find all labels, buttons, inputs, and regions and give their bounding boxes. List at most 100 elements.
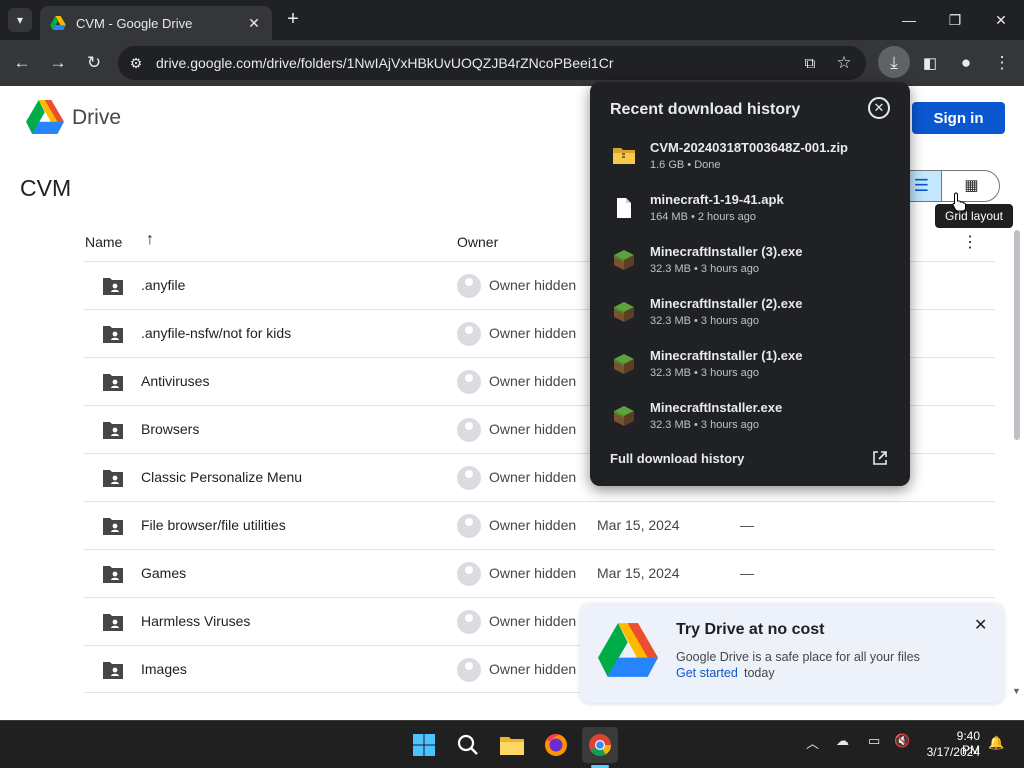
google-drive-promo-logo-icon [598, 623, 658, 677]
google-drive-logo-icon[interactable] [26, 100, 64, 134]
folder-title: CVM [20, 175, 72, 201]
install-app-icon[interactable]: ⧉ [798, 51, 822, 75]
hand-cursor-icon [952, 192, 966, 212]
file-name[interactable]: Classic Personalize Menu [141, 469, 302, 485]
shared-folder-icon [103, 326, 123, 343]
scroll-down-arrow-icon[interactable]: ▼ [1012, 686, 1021, 696]
tab-close-icon[interactable]: ✕ [246, 15, 262, 32]
owner-avatar [457, 322, 481, 346]
file-name[interactable]: Harmless Viruses [141, 613, 250, 629]
profile-icon[interactable]: ● [954, 51, 978, 75]
open-external-icon[interactable] [872, 450, 888, 466]
download-file-name[interactable]: minecraft-1-19-41.apk [650, 192, 784, 207]
grid-layout-tooltip: Grid layout [935, 204, 1013, 228]
taskbar-clock-date[interactable]: 3/17/2024 [924, 745, 980, 759]
shared-folder-icon [103, 614, 123, 631]
browser-tab-active[interactable]: CVM - Google Drive ✕ [40, 6, 272, 40]
download-file-meta: 32.3 MB • 3 hours ago [650, 315, 760, 327]
shared-folder-icon [103, 518, 123, 535]
file-name[interactable]: Browsers [141, 421, 199, 437]
sort-ascending-arrow-icon[interactable]: ↑ [146, 231, 154, 249]
scrollbar-thumb[interactable] [1014, 230, 1020, 440]
notifications-bell-icon[interactable]: 🔔 [988, 735, 1004, 751]
download-file-name[interactable]: MinecraftInstaller (1).exe [650, 348, 802, 363]
address-bar[interactable]: ⚙ drive.google.com/drive/folders/1NwIAjV… [118, 46, 866, 80]
download-icon[interactable]: ⤓ [882, 51, 906, 75]
grid-layout-icon: ▦ [964, 177, 979, 194]
scrollbar[interactable]: ▼ [1010, 230, 1024, 720]
taskbar-search-icon[interactable] [450, 727, 486, 763]
windows-start-icon[interactable] [406, 727, 442, 763]
download-item[interactable]: MinecraftInstaller (3).exe 32.3 MB • 3 ho… [610, 242, 890, 282]
more-columns-icon[interactable]: ⋮ [962, 232, 978, 252]
column-header-owner[interactable]: Owner [457, 234, 498, 250]
forward-arrow-icon[interactable]: → [46, 51, 70, 75]
file-name[interactable]: Games [141, 565, 186, 581]
download-file-name[interactable]: MinecraftInstaller.exe [650, 400, 782, 415]
minecraft-icon [614, 302, 634, 322]
grid-layout-button[interactable]: ▦ [941, 171, 999, 201]
chrome-menu-icon[interactable]: ⋮ [990, 51, 1014, 75]
download-item[interactable]: MinecraftInstaller.exe 32.3 MB • 3 hours … [610, 398, 890, 438]
onedrive-cloud-icon[interactable]: ☁ [836, 733, 849, 749]
close-window-icon[interactable]: ✕ [986, 6, 1016, 34]
list-layout-icon: ☰ [913, 176, 929, 195]
sign-in-button[interactable]: Sign in [912, 102, 1005, 134]
owner-name: Owner hidden [489, 661, 577, 677]
bookmark-star-icon[interactable]: ☆ [832, 51, 856, 75]
download-panel-title: Recent download history [610, 101, 801, 118]
side-panel-icon[interactable]: ◧ [918, 51, 942, 75]
download-item[interactable]: minecraft-1-19-41.apk 164 MB • 2 hours ag… [610, 190, 890, 230]
owner-name: Owner hidden [489, 277, 577, 293]
try-drive-promo-card: Try Drive at no cost Google Drive is a s… [580, 603, 1004, 703]
reload-icon[interactable]: ↻ [82, 51, 106, 75]
promo-body-tail: today [744, 666, 775, 680]
zip-folder-icon [613, 148, 635, 164]
site-settings-icon[interactable]: ⚙ [124, 51, 148, 75]
shared-folder-icon [103, 566, 123, 583]
download-item[interactable]: MinecraftInstaller (1).exe 32.3 MB • 3 ho… [610, 346, 890, 386]
download-item[interactable]: CVM-20240318T003648Z-001.zip 1.6 GB • Don… [610, 138, 890, 178]
back-arrow-icon[interactable]: ← [10, 51, 34, 75]
owner-name: Owner hidden [489, 613, 577, 629]
shared-folder-icon [103, 662, 123, 679]
file-name[interactable]: File browser/file utilities [141, 517, 286, 533]
download-file-meta: 164 MB • 2 hours ago [650, 211, 756, 223]
table-row[interactable]: Games Owner hidden Mar 15, 2024 — [84, 549, 995, 597]
url-text[interactable]: drive.google.com/drive/folders/1NwIAjVxH… [156, 55, 613, 71]
restore-window-icon[interactable]: ❐ [940, 6, 970, 34]
shared-folder-icon [103, 470, 123, 487]
download-file-name[interactable]: MinecraftInstaller (3).exe [650, 244, 802, 259]
download-file-meta: 1.6 GB • Done [650, 159, 721, 171]
new-tab-icon[interactable]: + [282, 8, 304, 30]
owner-avatar [457, 514, 481, 538]
minimize-window-icon[interactable]: — [894, 6, 924, 34]
download-file-name[interactable]: CVM-20240318T003648Z-001.zip [650, 140, 848, 155]
close-downloads-icon[interactable]: ✕ [868, 97, 890, 119]
get-started-link[interactable]: Get started [676, 666, 738, 680]
shared-folder-icon [103, 374, 123, 391]
tab-search-dropdown-icon[interactable]: ▾ [8, 8, 32, 32]
firefox-icon[interactable] [538, 727, 574, 763]
file-explorer-icon[interactable] [494, 727, 530, 763]
column-header-name[interactable]: Name [85, 234, 122, 250]
modified-date: Mar 15, 2024 [597, 565, 680, 581]
full-download-history-link[interactable]: Full download history [610, 451, 744, 466]
show-hidden-icons-chevron-icon[interactable]: ︿ [806, 733, 819, 752]
file-name[interactable]: Antiviruses [141, 373, 209, 389]
download-file-name[interactable]: MinecraftInstaller (2).exe [650, 296, 802, 311]
network-icon[interactable]: ▭ [868, 733, 880, 749]
file-name[interactable]: .anyfile-nsfw/not for kids [141, 325, 291, 341]
owner-avatar [457, 658, 481, 682]
close-promo-icon[interactable]: ✕ [974, 615, 987, 635]
file-name[interactable]: Images [141, 661, 187, 677]
download-history-panel: Recent download history ✕ CVM-20240318T0… [590, 82, 910, 486]
chrome-taskbar-icon[interactable] [582, 727, 618, 763]
volume-muted-icon[interactable]: 🔇 [894, 733, 910, 749]
file-name[interactable]: .anyfile [141, 277, 185, 293]
download-item[interactable]: MinecraftInstaller (2).exe 32.3 MB • 3 ho… [610, 294, 890, 334]
drive-brand-text[interactable]: Drive [72, 106, 121, 130]
table-row[interactable]: File browser/file utilities Owner hidden M… [84, 501, 995, 549]
owner-name: Owner hidden [489, 373, 577, 389]
download-file-meta: 32.3 MB • 3 hours ago [650, 263, 760, 275]
